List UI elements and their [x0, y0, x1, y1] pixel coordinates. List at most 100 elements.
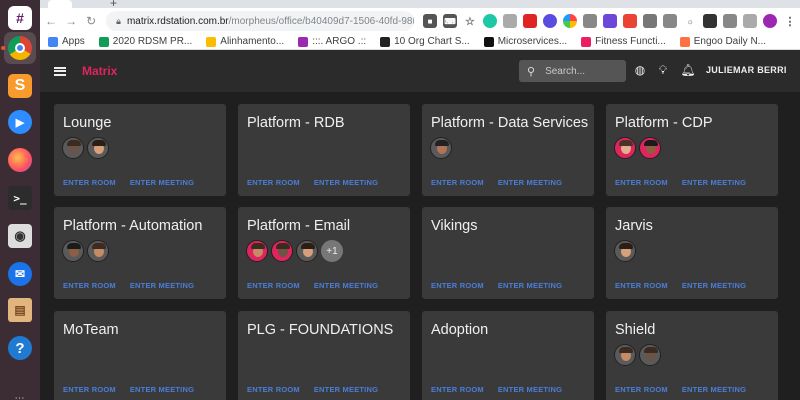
app-brand[interactable]: Matrix	[82, 64, 117, 78]
enter-meeting-button[interactable]: ENTER MEETING	[130, 281, 194, 290]
menu-kebab-icon[interactable]: ⋮	[783, 14, 797, 28]
room-card[interactable]: Adoption ENTER ROOM ENTER MEETING	[422, 311, 594, 400]
teal-extension-icon[interactable]	[482, 14, 497, 28]
dark-extension-icon[interactable]	[642, 14, 657, 28]
bookmark-item[interactable]: Engoo Daily N...	[679, 36, 766, 47]
enter-room-button[interactable]: ENTER ROOM	[431, 281, 484, 290]
enter-meeting-button[interactable]: ENTER MEETING	[498, 385, 562, 394]
enter-room-button[interactable]: ENTER ROOM	[431, 178, 484, 187]
notification-bell-icon[interactable]: 🔔︎	[680, 62, 696, 78]
user-name[interactable]: JULIEMAR BERRI	[706, 65, 787, 75]
address-bar[interactable]: 🔒︎ matrix.rdstation.com.br/morpheus/offi…	[106, 11, 414, 31]
enter-meeting-button[interactable]: ENTER MEETING	[498, 281, 562, 290]
camera-icon[interactable]: ◉	[4, 220, 36, 252]
enter-meeting-button[interactable]: ENTER MEETING	[130, 385, 194, 394]
enter-meeting-button[interactable]: ENTER MEETING	[314, 385, 378, 394]
red-extension-icon[interactable]	[522, 14, 537, 28]
enter-meeting-button[interactable]: ENTER MEETING	[682, 178, 746, 187]
avatar[interactable]	[87, 137, 109, 159]
terminal-icon[interactable]: >_	[4, 182, 36, 214]
bookmark-item[interactable]: Microservices...	[483, 36, 567, 47]
purple-extension-icon[interactable]	[542, 14, 557, 28]
menu-icon[interactable]	[40, 50, 80, 92]
room-card[interactable]: Platform - Data Services ENTER ROOM ENTER …	[422, 104, 594, 196]
chrome-icon[interactable]	[4, 32, 36, 64]
avatar[interactable]	[296, 240, 318, 262]
enter-meeting-button[interactable]: ENTER MEETING	[314, 178, 378, 187]
avatar[interactable]	[614, 240, 636, 262]
camera-extension-icon[interactable]: ■	[422, 14, 437, 28]
enter-room-button[interactable]: ENTER ROOM	[247, 178, 300, 187]
help-icon[interactable]: ?	[4, 332, 36, 364]
avatar[interactable]	[430, 137, 452, 159]
grid-extension-icon[interactable]	[662, 14, 677, 28]
enter-meeting-button[interactable]: ENTER MEETING	[682, 281, 746, 290]
forward-icon[interactable]: →	[62, 11, 80, 31]
zoom-icon[interactable]: ▶	[4, 106, 36, 138]
avatar[interactable]	[271, 240, 293, 262]
enter-room-button[interactable]: ENTER ROOM	[615, 281, 668, 290]
avatar[interactable]	[62, 240, 84, 262]
avatar[interactable]	[639, 344, 661, 366]
mail-extension-icon[interactable]	[722, 14, 737, 28]
bookmark-item[interactable]: 10 Org Chart S...	[380, 36, 470, 47]
z-extension-icon[interactable]	[702, 14, 717, 28]
color-wheel-extension-icon[interactable]	[562, 14, 577, 28]
thunderbird-icon[interactable]: ✉	[4, 258, 36, 290]
room-card[interactable]: MoTeam ENTER ROOM ENTER MEETING	[54, 311, 226, 400]
settings-extension-icon[interactable]: ☼	[683, 14, 697, 28]
reload-icon[interactable]: ↻	[82, 11, 100, 31]
avatar[interactable]	[87, 240, 109, 262]
bookmark-item[interactable]: 2020 RDSM PR...	[98, 36, 192, 47]
globe-icon[interactable]: ◍	[632, 62, 648, 78]
profile-avatar-icon[interactable]	[762, 14, 777, 28]
avatar[interactable]	[614, 137, 636, 159]
enter-room-button[interactable]: ENTER ROOM	[615, 385, 668, 394]
firefox-icon[interactable]	[4, 144, 36, 176]
room-card[interactable]: Shield ENTER ROOM ENTER MEETING	[606, 311, 778, 400]
gmail-extension-icon[interactable]	[622, 14, 637, 28]
bookmark-star-icon[interactable]: ☆	[463, 14, 477, 28]
room-card[interactable]: Platform - RDB ENTER ROOM ENTER MEETING	[238, 104, 410, 196]
bookmark-item[interactable]: Apps	[48, 36, 85, 47]
active-tab[interactable]	[48, 0, 72, 8]
enter-room-button[interactable]: ENTER ROOM	[247, 281, 300, 290]
files-icon[interactable]: ▤	[4, 294, 36, 326]
enter-room-button[interactable]: ENTER ROOM	[431, 385, 484, 394]
more-participants-badge[interactable]: +1	[321, 240, 343, 262]
enter-meeting-button[interactable]: ENTER MEETING	[682, 385, 746, 394]
lightbulb-icon[interactable]: 💡︎	[655, 62, 671, 78]
script-extension-icon[interactable]	[582, 14, 597, 28]
room-card[interactable]: Lounge ENTER ROOM ENTER MEETING	[54, 104, 226, 196]
enter-meeting-button[interactable]: ENTER MEETING	[498, 178, 562, 187]
enter-meeting-button[interactable]: ENTER MEETING	[130, 178, 194, 187]
violet-extension-icon[interactable]	[602, 14, 617, 28]
sublime-text-icon[interactable]: S	[4, 70, 36, 102]
enter-meeting-button[interactable]: ENTER MEETING	[314, 281, 378, 290]
misc-extension-icon[interactable]	[742, 14, 757, 28]
room-card[interactable]: Platform - Automation ENTER ROOM ENTER MEE…	[54, 207, 226, 299]
show-apps-icon[interactable]: ⋯	[4, 382, 36, 400]
avatar[interactable]	[246, 240, 268, 262]
enter-room-button[interactable]: ENTER ROOM	[247, 385, 300, 394]
avatar[interactable]	[639, 137, 661, 159]
room-card[interactable]: Platform - CDP ENTER ROOM ENTER MEETING	[606, 104, 778, 196]
bookmark-item[interactable]: Alinhamento...	[206, 36, 284, 47]
search-input[interactable]: ⚲ Search...	[519, 60, 626, 82]
bookmark-item[interactable]: :::. ARGO .::	[298, 36, 366, 47]
enter-room-button[interactable]: ENTER ROOM	[63, 178, 116, 187]
room-card[interactable]: Platform - Email +1 ENTER ROOM ENTER MEETIN…	[238, 207, 410, 299]
room-card[interactable]: Jarvis ENTER ROOM ENTER MEETING	[606, 207, 778, 299]
enter-room-button[interactable]: ENTER ROOM	[63, 385, 116, 394]
slack-icon[interactable]: #	[4, 2, 36, 34]
room-card[interactable]: Vikings ENTER ROOM ENTER MEETING	[422, 207, 594, 299]
grey-extension-icon[interactable]	[502, 14, 517, 28]
enter-room-button[interactable]: ENTER ROOM	[615, 178, 668, 187]
bookmark-item[interactable]: Fitness Functi...	[581, 36, 666, 47]
avatar[interactable]	[62, 137, 84, 159]
enter-room-button[interactable]: ENTER ROOM	[63, 281, 116, 290]
keyboard-extension-icon[interactable]: ⌨	[442, 14, 457, 28]
back-icon[interactable]: ←	[42, 11, 60, 31]
room-card[interactable]: PLG - FOUNDATIONS ENTER ROOM ENTER MEETING	[238, 311, 410, 400]
avatar[interactable]	[614, 344, 636, 366]
